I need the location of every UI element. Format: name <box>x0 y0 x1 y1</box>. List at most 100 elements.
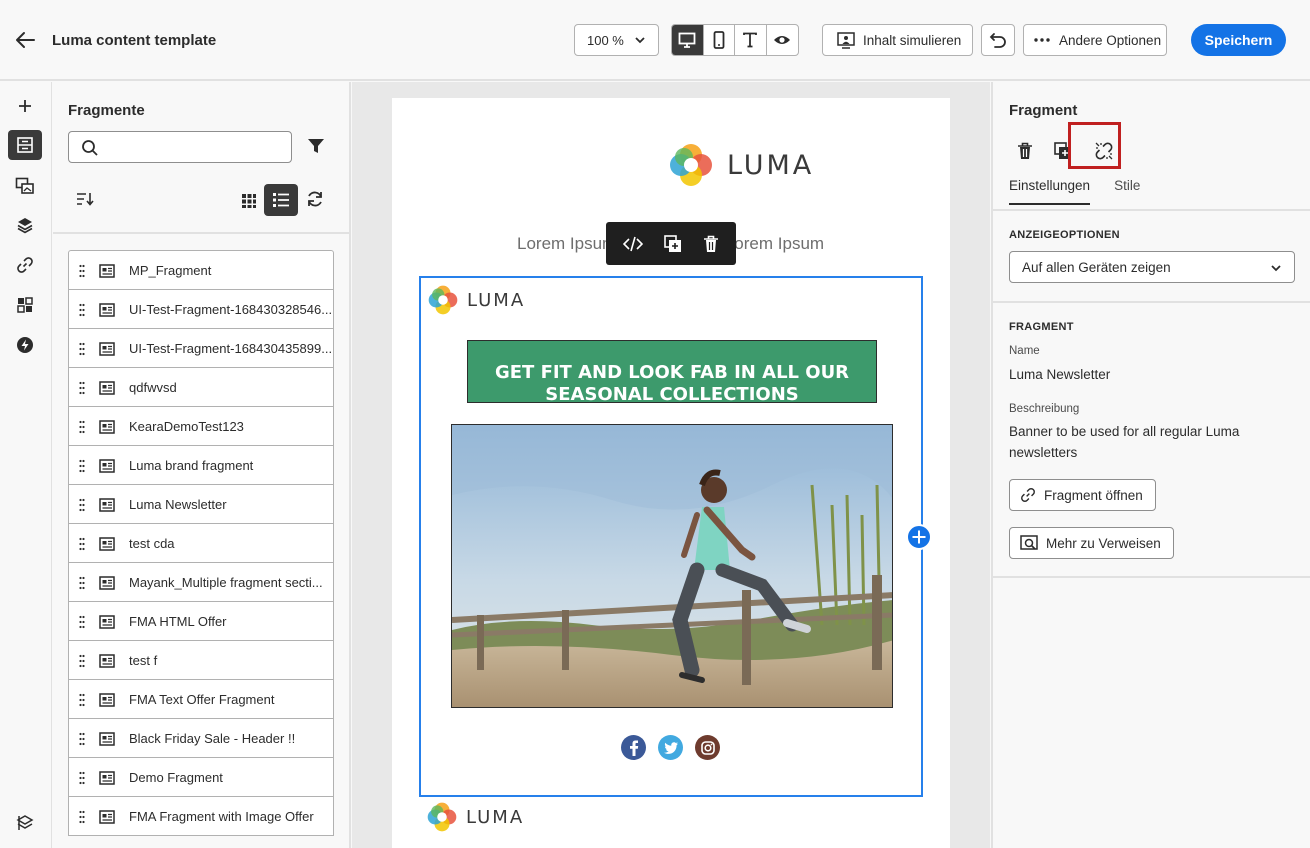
fragment-name: Mayank_Multiple fragment secti... <box>129 575 323 590</box>
list-item[interactable]: test cda <box>68 523 334 563</box>
drag-handle-icon[interactable] <box>79 810 85 824</box>
back-arrow-icon[interactable] <box>14 30 36 50</box>
more-references-label: Mehr zu Verweisen <box>1046 535 1161 551</box>
search-input[interactable] <box>68 131 292 163</box>
fragment-icon <box>99 498 115 512</box>
drag-handle-icon[interactable] <box>79 771 85 785</box>
panel-divider <box>53 232 349 234</box>
open-fragment-button[interactable]: Fragment öffnen <box>1009 479 1156 511</box>
add-content-icon[interactable] <box>906 524 932 550</box>
more-references-button[interactable]: Mehr zu Verweisen <box>1009 527 1174 559</box>
fragment-name: Luma brand fragment <box>129 458 254 473</box>
open-fragment-label: Fragment öffnen <box>1044 487 1143 503</box>
mobile-icon <box>713 31 725 49</box>
refresh-icon[interactable] <box>306 190 324 208</box>
fragment-icon <box>99 420 115 434</box>
list-item[interactable]: FMA Text Offer Fragment <box>68 679 334 719</box>
filter-icon[interactable] <box>307 137 325 155</box>
text-icon <box>743 32 758 48</box>
divider <box>993 209 1310 211</box>
list-item[interactable]: Luma Newsletter <box>68 484 334 524</box>
drag-handle-icon[interactable] <box>79 498 85 512</box>
drag-handle-icon[interactable] <box>79 654 85 668</box>
fragment-icon <box>99 810 115 824</box>
add-icon[interactable] <box>8 91 42 121</box>
properties-panel: Fragment Einstellungen Stile ANZEIGEOPTI… <box>991 82 1310 848</box>
drag-handle-icon[interactable] <box>79 615 85 629</box>
list-item[interactable]: FMA HTML Offer <box>68 601 334 641</box>
drag-handle-icon[interactable] <box>79 264 85 278</box>
list-view-icon[interactable] <box>264 184 298 216</box>
drag-handle-icon[interactable] <box>79 303 85 317</box>
link-icon[interactable] <box>8 250 42 280</box>
list-item[interactable]: KearaDemoTest123 <box>68 406 334 446</box>
drag-handle-icon[interactable] <box>79 342 85 356</box>
list-item[interactable]: UI-Test-Fragment-168430435899... <box>68 328 334 368</box>
undo-button[interactable] <box>981 24 1015 56</box>
fragment-name: Black Friday Sale - Header !! <box>129 731 296 746</box>
mobile-view-button[interactable] <box>704 25 735 55</box>
save-button[interactable]: Speichern <box>1191 24 1286 56</box>
facebook-icon[interactable] <box>621 735 646 760</box>
fragment-name: FMA HTML Offer <box>129 614 227 629</box>
chevron-down-icon <box>634 34 646 46</box>
more-options-button[interactable]: Andere Optionen <box>1023 24 1167 56</box>
list-item[interactable]: UI-Test-Fragment-168430328546... <box>68 289 334 329</box>
tab-settings[interactable]: Einstellungen <box>1009 178 1091 205</box>
code-icon[interactable] <box>622 236 643 252</box>
delete-icon[interactable] <box>1013 136 1037 166</box>
fragments-panel: Fragmente MP_Fragment UI-Test-Fragment-16… <box>53 82 351 848</box>
fragment-icon <box>99 459 115 473</box>
link-icon <box>1021 488 1035 502</box>
more-icon <box>1034 38 1050 42</box>
properties-tabs: Einstellungen Stile <box>1009 178 1140 205</box>
layers-icon[interactable] <box>8 210 42 240</box>
drag-handle-icon[interactable] <box>79 537 85 551</box>
fragment-icon <box>99 654 115 668</box>
sort-icon[interactable] <box>76 192 94 206</box>
fragments-nav-icon[interactable] <box>8 130 42 160</box>
left-rail <box>0 82 52 848</box>
drag-handle-icon[interactable] <box>79 732 85 746</box>
zoom-select[interactable]: 100 % <box>574 24 659 56</box>
selected-fragment[interactable]: LUMA GET FIT AND LOOK FAB IN ALL OUR SEA… <box>419 276 923 797</box>
simulate-content-button[interactable]: Inhalt simulieren <box>822 24 973 56</box>
drag-handle-icon[interactable] <box>79 693 85 707</box>
personalization-bolt-icon[interactable] <box>8 330 42 360</box>
fragment-icon <box>99 732 115 746</box>
assets-icon[interactable] <box>8 171 42 201</box>
divider <box>993 576 1310 578</box>
display-options-value: Auf allen Geräten zeigen <box>1022 259 1171 275</box>
desktop-view-button[interactable] <box>672 25 704 55</box>
instagram-icon[interactable] <box>695 735 720 760</box>
text-view-button[interactable] <box>735 25 767 55</box>
list-item[interactable]: test f <box>68 640 334 680</box>
list-item[interactable]: qdfwvsd <box>68 367 334 407</box>
list-item[interactable]: FMA Fragment with Image Offer <box>68 796 334 836</box>
delete-icon[interactable] <box>703 235 719 253</box>
list-item[interactable]: MP_Fragment <box>68 250 334 290</box>
grid-view-icon[interactable] <box>234 186 264 216</box>
list-item[interactable]: Black Friday Sale - Header !! <box>68 718 334 758</box>
fragment-toolbar <box>606 222 736 265</box>
luma-logo-text: LUMA <box>466 806 525 828</box>
drag-handle-icon[interactable] <box>79 576 85 590</box>
drag-handle-icon[interactable] <box>79 420 85 434</box>
components-icon[interactable] <box>8 290 42 320</box>
duplicate-icon[interactable] <box>664 234 682 253</box>
twitter-icon[interactable] <box>658 735 683 760</box>
list-item[interactable]: Demo Fragment <box>68 757 334 797</box>
app-header: Luma content template 100 % Inhalt simul… <box>0 0 1310 81</box>
layers-settings-icon[interactable] <box>8 808 42 838</box>
list-item[interactable]: Mayank_Multiple fragment secti... <box>68 562 334 602</box>
preview-button[interactable] <box>767 25 799 55</box>
luma-logo-icon <box>427 802 457 832</box>
drag-handle-icon[interactable] <box>79 381 85 395</box>
drag-handle-icon[interactable] <box>79 459 85 473</box>
tab-styles[interactable]: Stile <box>1114 178 1140 205</box>
list-item[interactable]: Luma brand fragment <box>68 445 334 485</box>
display-options-select[interactable]: Auf allen Geräten zeigen <box>1009 251 1295 283</box>
luma-logo-icon <box>428 285 458 315</box>
fragment-icon <box>99 342 115 356</box>
luma-logo-text: LUMA <box>727 149 815 181</box>
